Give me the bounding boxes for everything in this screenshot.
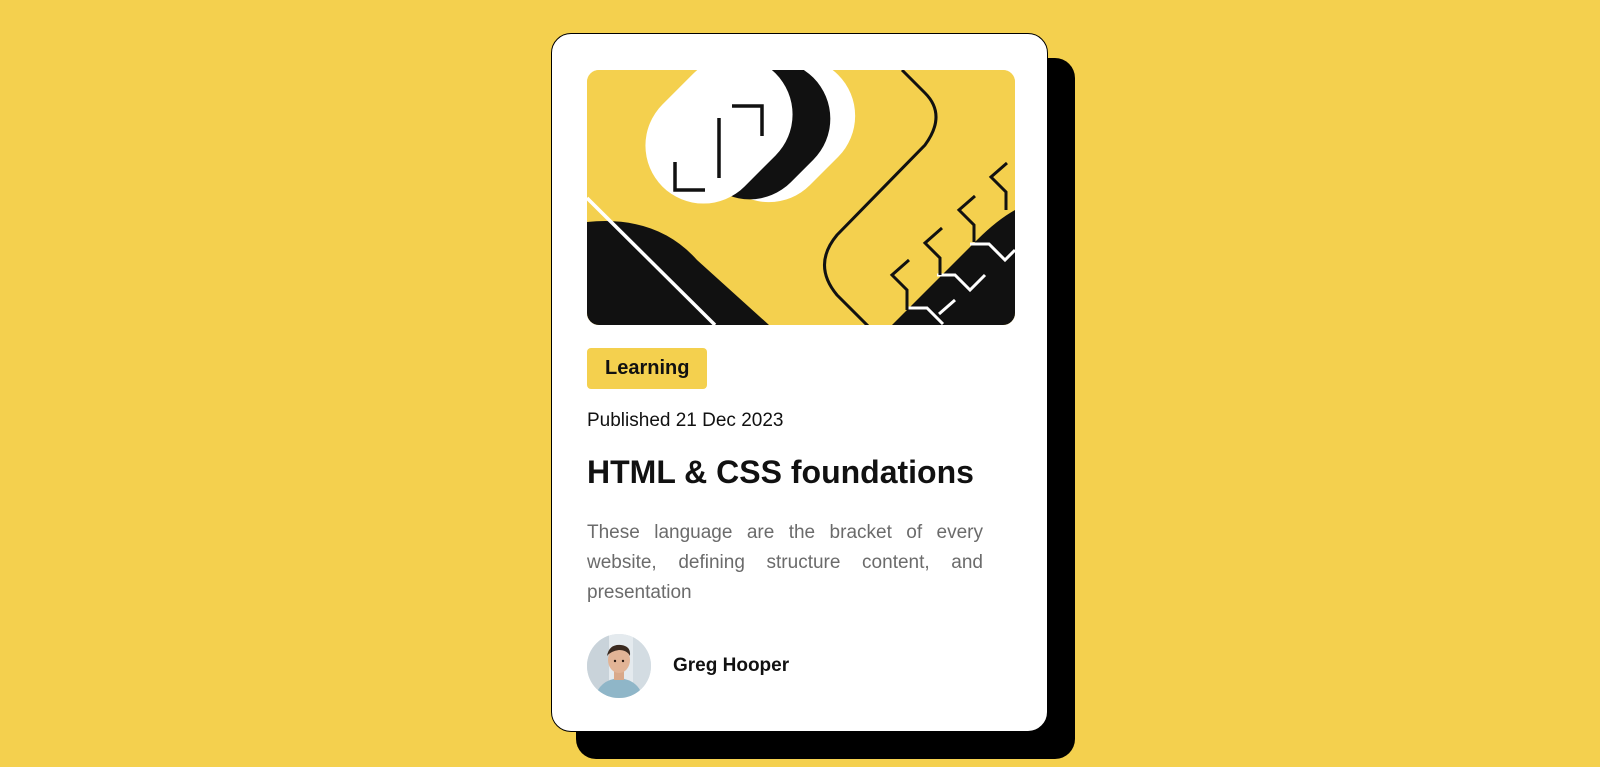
card-title[interactable]: HTML & CSS foundations [587,454,974,491]
author-name: Greg Hooper [673,655,790,676]
card-description: These language are the bracket of every … [587,522,983,603]
category-tag: Learning [587,348,708,389]
hero-illustration [587,70,1015,325]
published-date: Published 21 Dec 2023 [587,410,784,431]
blog-preview-card: Learning Published 21 Dec 2023 HTML & CS… [551,33,1048,732]
author-block: Greg Hooper [587,634,789,698]
author-avatar [587,634,651,698]
